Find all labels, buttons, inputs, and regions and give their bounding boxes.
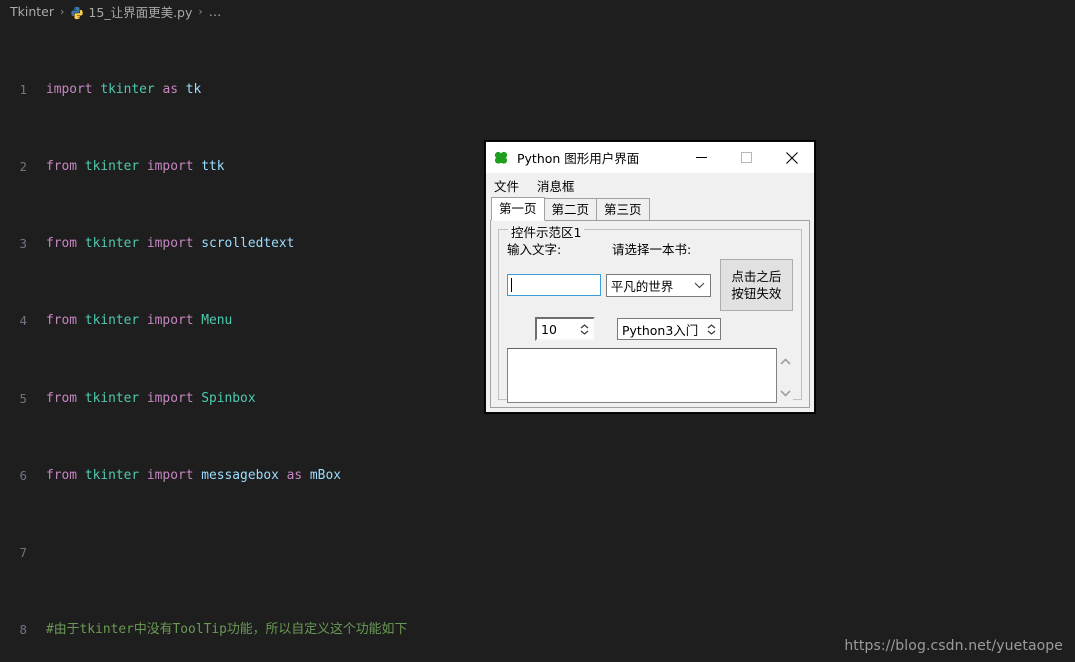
breadcrumb-separator-2: › — [198, 4, 203, 18]
line-number: 5 — [19, 390, 27, 406]
vertical-scrollbar[interactable] — [777, 348, 793, 403]
scroll-down-arrow-icon[interactable] — [779, 382, 791, 401]
watermark-url: https://blog.csdn.net/yuetaope — [844, 638, 1063, 654]
tkinter-window-title: Python 图形用户界面 — [517, 151, 640, 166]
code-line: 1 import tkinter as tk — [0, 80, 1075, 99]
labelframe-title: 控件示范区1 — [508, 222, 585, 241]
scrolled-text-area[interactable] — [507, 348, 777, 403]
code-line: 7 — [0, 543, 1075, 562]
book-spinbox-value: Python3入门 — [622, 322, 699, 338]
breadcrumb[interactable]: Tkinter › 15_让界面更美.py › … — [0, 0, 1075, 22]
tkinter-title-bar[interactable]: Python 图形用户界面 — [486, 142, 814, 173]
label-choose-book: 请选择一本书: — [612, 242, 692, 257]
disable-button-line1: 点击之后 — [731, 269, 782, 284]
label-input-text: 输入文字: — [507, 242, 562, 257]
tab-strip: 第一页 第二页 第三页 — [490, 197, 810, 221]
line-number: 1 — [19, 81, 27, 97]
tab-page-1[interactable]: 第一页 — [491, 197, 545, 221]
text-input-field[interactable] — [507, 274, 601, 296]
menu-item-messagebox[interactable]: 消息框 — [535, 175, 577, 196]
line-code: import tkinter as tk — [46, 81, 202, 97]
tab-panel-page-1: 控件示范区1 输入文字: 请选择一本书: 平凡的世界 点击之后 按钮失效 10 … — [490, 221, 810, 408]
chevron-down-icon[interactable] — [690, 282, 710, 289]
scrolledtext-row — [507, 348, 793, 403]
breadcrumb-separator: › — [60, 4, 65, 18]
line-number: 8 — [19, 622, 27, 638]
scroll-up-arrow-icon[interactable] — [779, 350, 791, 369]
book-spinbox[interactable]: Python3入门 — [617, 318, 721, 340]
line-code: from tkinter import messagebox as mBox — [46, 467, 341, 483]
line-code: #由于tkinter中没有ToolTip功能，所以自定义这个功能如下 — [46, 620, 1075, 639]
comment-text: #由于tkinter中没有ToolTip功能，所以自定义这个功能如下 — [46, 622, 408, 638]
line-number: 2 — [19, 159, 27, 175]
minimize-icon[interactable] — [679, 142, 724, 173]
line-number: 7 — [19, 545, 27, 561]
disable-button[interactable]: 点击之后 按钮失效 — [719, 259, 793, 311]
line-number: 3 — [19, 236, 27, 252]
line-number: 6 — [19, 467, 27, 483]
menu-item-file[interactable]: 文件 — [492, 175, 521, 196]
window-controls — [679, 142, 814, 173]
book-combobox-value: 平凡的世界 — [610, 278, 674, 294]
vscode-editor-window: Tkinter › 15_让界面更美.py › … 1 import tkinte… — [0, 0, 1075, 662]
breadcrumb-file[interactable]: 15_让界面更美.py — [88, 2, 192, 21]
entry-combo-button-row: 平凡的世界 点击之后 按钮失效 — [507, 259, 793, 311]
disable-button-line2: 按钮失效 — [731, 286, 782, 301]
widget-demo-labelframe: 控件示范区1 输入文字: 请选择一本书: 平凡的世界 点击之后 按钮失效 10 … — [498, 222, 802, 403]
maximize-icon[interactable] — [724, 142, 769, 173]
scrolled-text-widget[interactable] — [507, 348, 793, 403]
close-icon[interactable] — [769, 142, 814, 173]
field-labels-row: 输入文字: 请选择一本书: — [507, 240, 793, 258]
tab-page-2[interactable]: 第二页 — [543, 198, 598, 220]
tab-page-3[interactable]: 第三页 — [596, 198, 650, 220]
green-clover-icon — [493, 150, 509, 166]
tkinter-app-window[interactable]: Python 图形用户界面 文件 消息框 第一页 第二页 第三页 控件示范区1 … — [485, 141, 815, 413]
book-combobox[interactable]: 平凡的世界 — [605, 273, 711, 297]
code-line: 6 from tkinter import messagebox as mBox — [0, 466, 1075, 485]
spinbox-arrows-icon[interactable] — [578, 319, 593, 339]
breadcrumb-root[interactable]: Tkinter — [10, 4, 54, 19]
code-line: 8 #由于tkinter中没有ToolTip功能，所以自定义这个功能如下 — [0, 620, 1075, 639]
tkinter-menu-bar[interactable]: 文件 消息框 — [486, 173, 814, 197]
python-file-icon — [70, 6, 84, 20]
tkinter-notebook: 第一页 第二页 第三页 控件示范区1 输入文字: 请选择一本书: 平凡的世界 点… — [486, 197, 814, 412]
number-spinbox-value: 10 — [541, 321, 557, 337]
line-number: 4 — [19, 313, 27, 329]
spinbox-row: 10 Python3入门 — [507, 317, 793, 341]
text-caret — [511, 278, 512, 292]
breadcrumb-ellipsis[interactable]: … — [209, 4, 223, 19]
spinbox-arrows-icon-2[interactable] — [705, 319, 720, 339]
number-spinbox[interactable]: 10 — [535, 317, 595, 341]
